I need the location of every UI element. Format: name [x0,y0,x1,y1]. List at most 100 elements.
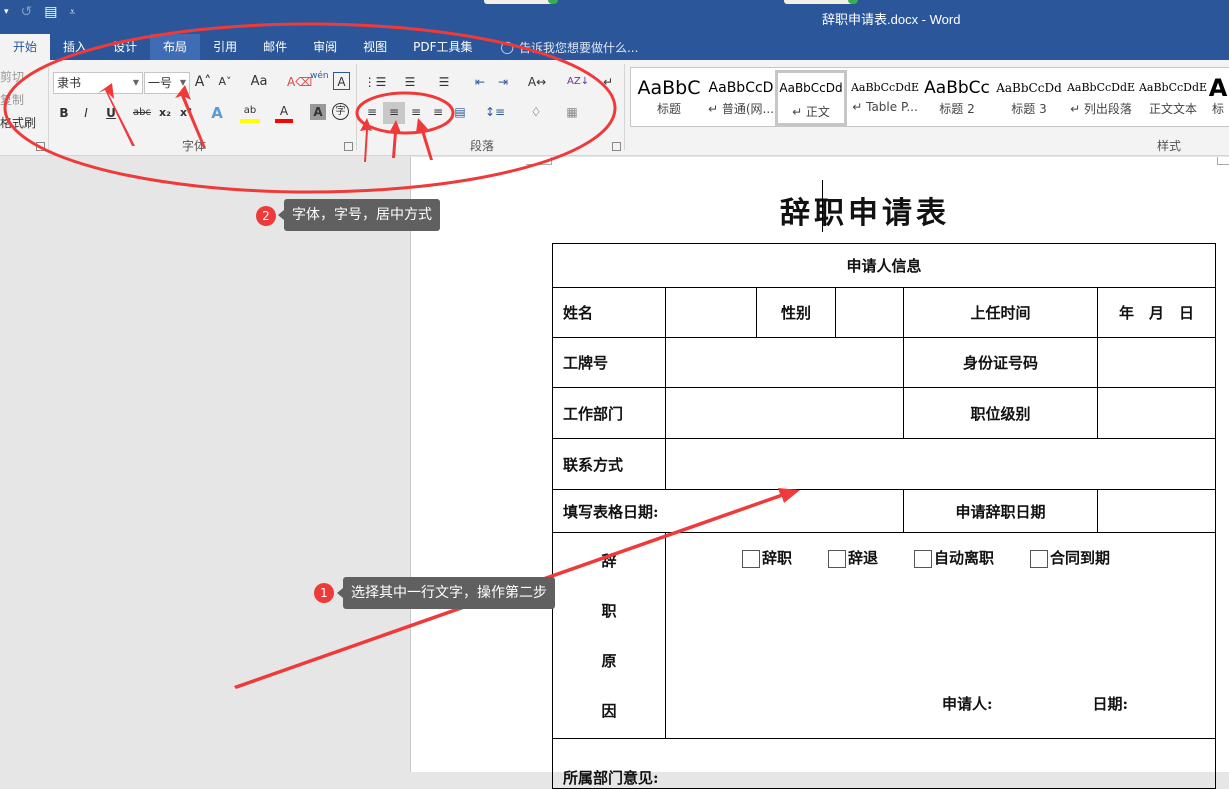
paragraph-launcher-icon[interactable] [612,142,621,151]
numbering-button[interactable]: ☰ [397,72,423,94]
tell-me-search[interactable]: ◯ 告诉我您想要做什么... [486,39,639,56]
styles-gallery: AaBbC 标题 AaBbCcD ↵ 普通(网... AaBbCcDd ↵ 正文 Aa… [630,67,1229,127]
divider [356,64,357,150]
line-spacing-button[interactable]: ↕≡ [481,102,509,124]
reason-content[interactable]: 辞职 辞退 自动离职 合同到期 申请人: 日期: [665,532,1216,739]
checkbox[interactable] [914,550,933,568]
style-heading[interactable]: AaBbC 标题 [633,70,705,126]
style-body-text[interactable]: AaBbCcDdE 正文文本 [1137,70,1209,126]
department-value[interactable] [665,387,904,439]
superscript-button[interactable]: x² [178,103,194,125]
tab-review[interactable]: 审阅 [300,34,350,60]
tab-layout[interactable]: 布局 [150,34,201,60]
tab-home[interactable]: 开始 [0,34,51,60]
reason-option-contract-end[interactable]: 合同到期 [1030,547,1110,568]
style-heading-2[interactable]: AaBbCc 标题 2 [921,70,993,126]
resign-date-label[interactable]: 申请辞职日期 [902,489,1099,533]
document-heading[interactable]: 辞职申请表 [780,188,950,232]
name-label[interactable]: 姓名 [552,287,666,338]
highlight-button[interactable]: ab [240,101,260,123]
position-level-value[interactable] [1097,387,1216,439]
fill-date-label[interactable]: 填写表格日期: [552,489,904,533]
text-effects-button[interactable]: A [208,103,226,125]
reason-option-self-leave[interactable]: 自动离职 [914,547,994,568]
reason-option-dismissed[interactable]: 辞退 [828,547,878,568]
qat-more-icon[interactable]: ⩡ [70,7,76,18]
section-header[interactable]: 申请人信息 [552,243,1216,288]
start-time-value[interactable]: 年 月 日 [1097,287,1216,338]
font-color-button[interactable]: A [275,101,293,123]
clear-formatting-button[interactable]: A⌫ [287,72,312,94]
tab-references[interactable]: 引用 [200,34,250,60]
borders-button[interactable]: ▦ [559,102,585,124]
font-name-value: 隶书 [57,76,82,90]
checkbox[interactable] [1030,550,1049,568]
document-icon[interactable]: ▤ [44,4,57,20]
checkbox[interactable] [828,550,847,568]
shading-button[interactable]: ♢ [523,102,549,124]
tab-view[interactable]: 视图 [350,34,400,60]
grow-font-button[interactable]: A˄ [194,72,212,94]
reason-option-resign[interactable]: 辞职 [742,547,792,568]
id-number-label[interactable]: 身份证号码 [902,337,1099,388]
copy-button[interactable]: 复制 [0,91,24,108]
chinese-layout-button[interactable]: A↔ [526,72,548,94]
style-table-paragraph[interactable]: AaBbCcDdE ↵ Table P... [849,70,921,126]
multilevel-list-button[interactable]: ☰ [431,72,457,94]
clipboard-launcher-icon[interactable] [36,142,45,151]
gender-value[interactable] [835,287,904,338]
id-number-value[interactable] [1097,337,1216,388]
sort-button[interactable]: AZ↓ [567,72,589,94]
tab-insert[interactable]: 插入 [50,34,100,60]
dept-opinion-label[interactable]: 所属部门意见: [552,738,1216,789]
cut-button[interactable]: 剪切 [0,68,24,85]
justify-button[interactable]: ≡ [428,102,448,124]
checkbox[interactable] [742,550,760,568]
shrink-font-button[interactable]: A˅ [216,72,234,94]
contact-label[interactable]: 联系方式 [552,438,666,490]
tab-design[interactable]: 设计 [100,34,150,60]
font-size-select[interactable]: 一号 ▼ [144,72,190,94]
style-normal-web[interactable]: AaBbCcD ↵ 普通(网... [705,70,777,126]
subscript-button[interactable]: x₂ [157,103,173,125]
tab-mailings[interactable]: 邮件 [250,34,300,60]
character-shading-button[interactable]: A [310,104,326,120]
bold-button[interactable]: B [56,103,72,125]
badge-value[interactable] [665,337,904,388]
show-marks-button[interactable]: ↵ [600,72,616,94]
style-list-paragraph[interactable]: AaBbCcDdE ↵ 列出段落 [1065,70,1137,126]
italic-button[interactable]: I [78,103,94,125]
decrease-indent-button[interactable]: ⇤ [471,72,489,94]
name-value[interactable] [665,287,757,338]
format-painter-button[interactable]: 格式刷 [0,114,36,131]
bullets-button[interactable]: ⋮☰ [362,72,388,94]
enclose-characters-button[interactable]: 字 [332,103,349,120]
tab-pdf-tools[interactable]: PDF工具集 [400,34,485,60]
style-body[interactable]: AaBbCcDd ↵ 正文 [775,70,847,126]
style-title[interactable]: A标 [1207,70,1229,126]
badge-label[interactable]: 工牌号 [552,337,666,388]
underline-button[interactable]: U [100,103,122,125]
phonetic-guide-button[interactable]: wén [310,70,329,92]
contact-value[interactable] [665,438,1216,490]
font-launcher-icon[interactable] [344,142,353,151]
align-left-button[interactable]: ≡ [362,102,382,124]
reason-label[interactable]: 辞 职 原 因 [552,532,666,739]
style-heading-3[interactable]: AaBbCcDd 标题 3 [993,70,1065,126]
distributed-button[interactable]: ▤ [451,102,469,124]
character-border-button[interactable]: A [333,72,350,90]
gender-label[interactable]: 性别 [756,287,836,338]
strikethrough-button[interactable]: abc [131,103,153,125]
align-center-button[interactable]: ≡ [383,102,405,124]
start-time-label[interactable]: 上任时间 [902,287,1099,338]
customize-dropdown-icon[interactable]: ▾ [4,7,9,17]
department-label[interactable]: 工作部门 [552,387,666,439]
increase-indent-button[interactable]: ⇥ [494,72,512,94]
change-case-button[interactable]: Aa [245,72,273,94]
margin-marker [1217,157,1229,165]
font-name-select[interactable]: 隶书 ▼ [53,72,143,94]
align-right-button[interactable]: ≡ [406,102,426,124]
position-level-label[interactable]: 职位级别 [902,387,1099,439]
resign-date-value[interactable] [1097,489,1216,533]
redo-icon[interactable]: ↺ [21,4,33,20]
